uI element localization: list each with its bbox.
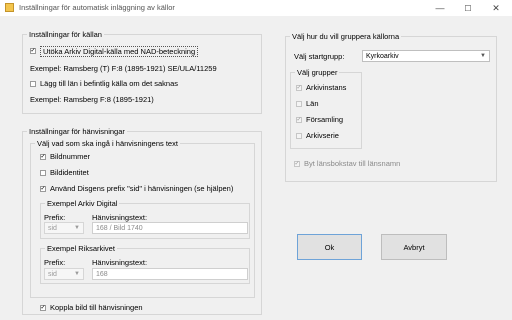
reference-content-legend: Välj vad som ska ingå i hänvisningens te… [35,139,180,148]
prefix-select-ra[interactable]: sid ▼ [44,268,84,280]
choose-groups-legend: Välj grupper [295,68,340,77]
example-riksarkivet-legend: Exempel Riksarkivet [45,244,117,253]
prefix-value-ra: sid [48,271,57,278]
chevron-down-icon: ▼ [480,53,486,59]
maximize-button[interactable]: ☐ [454,0,482,16]
use-prefix-label[interactable]: Använd Disgens prefix "sid" i hänvisning… [50,184,233,193]
group-label-lan[interactable]: Län [306,99,319,108]
group-checkbox-forsamling[interactable]: ✓ [296,117,302,123]
window-title: Inställningar för automatisk inläggning … [19,3,175,12]
swap-letter-checkbox[interactable]: ✓ [294,161,300,167]
chevron-down-icon: ▼ [74,271,80,277]
use-prefix-checkbox[interactable]: ✓ [40,186,46,192]
reference-text-input-ra[interactable]: 168 [92,268,248,280]
image-identity-checkbox[interactable] [40,170,46,176]
reference-text-input-ad[interactable]: 168 / Bild 1740 [92,222,248,234]
swap-letter-label[interactable]: Byt länsbokstav till länsnamn [304,159,400,168]
chevron-down-icon: ▼ [74,225,80,231]
prefix-label-ra: Prefix: [44,258,66,267]
ok-button[interactable]: Ok [297,234,362,260]
start-group-select[interactable]: Kyrkoarkiv ▼ [362,50,490,62]
prefix-label-ad: Prefix: [44,213,66,222]
source-settings-legend: Inställningar för källan [27,30,104,39]
extend-nad-checkbox[interactable]: ✓ [30,48,36,54]
minimize-button[interactable]: — [426,0,454,16]
image-identity-label[interactable]: Bildidentitet [50,168,89,177]
add-county-checkbox[interactable] [30,81,36,87]
extend-nad-label[interactable]: Utöka Arkiv Digital-källa med NAD-beteck… [40,46,199,57]
example-arkiv-digital-legend: Exempel Arkiv Digital [45,199,120,208]
example-text-1: Exempel: Ramsberg (T) F:8 (1895-1921) SE… [30,64,217,73]
start-group-label: Välj startgrupp: [294,52,345,61]
link-image-checkbox[interactable]: ✓ [40,305,46,311]
reference-settings-legend: Inställningar för hänvisningar [27,127,127,136]
start-group-value: Kyrkoarkiv [366,53,399,60]
group-checkbox-arkivserie[interactable] [296,133,302,139]
link-image-label[interactable]: Koppla bild till hänvisningen [50,303,143,312]
example-text-2: Exempel: Ramsberg F:8 (1895-1921) [30,95,154,104]
reference-text-label-ra: Hänvisningstext: [92,258,148,267]
app-folder-icon [5,3,14,12]
cancel-button[interactable]: Avbryt [381,234,447,260]
group-label-forsamling[interactable]: Församling [306,115,343,124]
group-label-arkivinstans[interactable]: Arkivinstans [306,83,346,92]
group-checkbox-arkivinstans[interactable]: ✓ [296,85,302,91]
close-button[interactable]: ✕ [482,0,510,16]
reference-text-label-ad: Hänvisningstext: [92,213,148,222]
add-county-label[interactable]: Lägg till län i befintlig källa om det s… [40,79,178,88]
grouping-legend: Välj hur du vill gruppera källorna [290,32,402,41]
image-number-checkbox[interactable]: ✓ [40,154,46,160]
image-number-label[interactable]: Bildnummer [50,152,90,161]
group-label-arkivserie[interactable]: Arkivserie [306,131,339,140]
group-checkbox-lan[interactable] [296,101,302,107]
prefix-value-ad: sid [48,225,57,232]
prefix-select-ad[interactable]: sid ▼ [44,222,84,234]
